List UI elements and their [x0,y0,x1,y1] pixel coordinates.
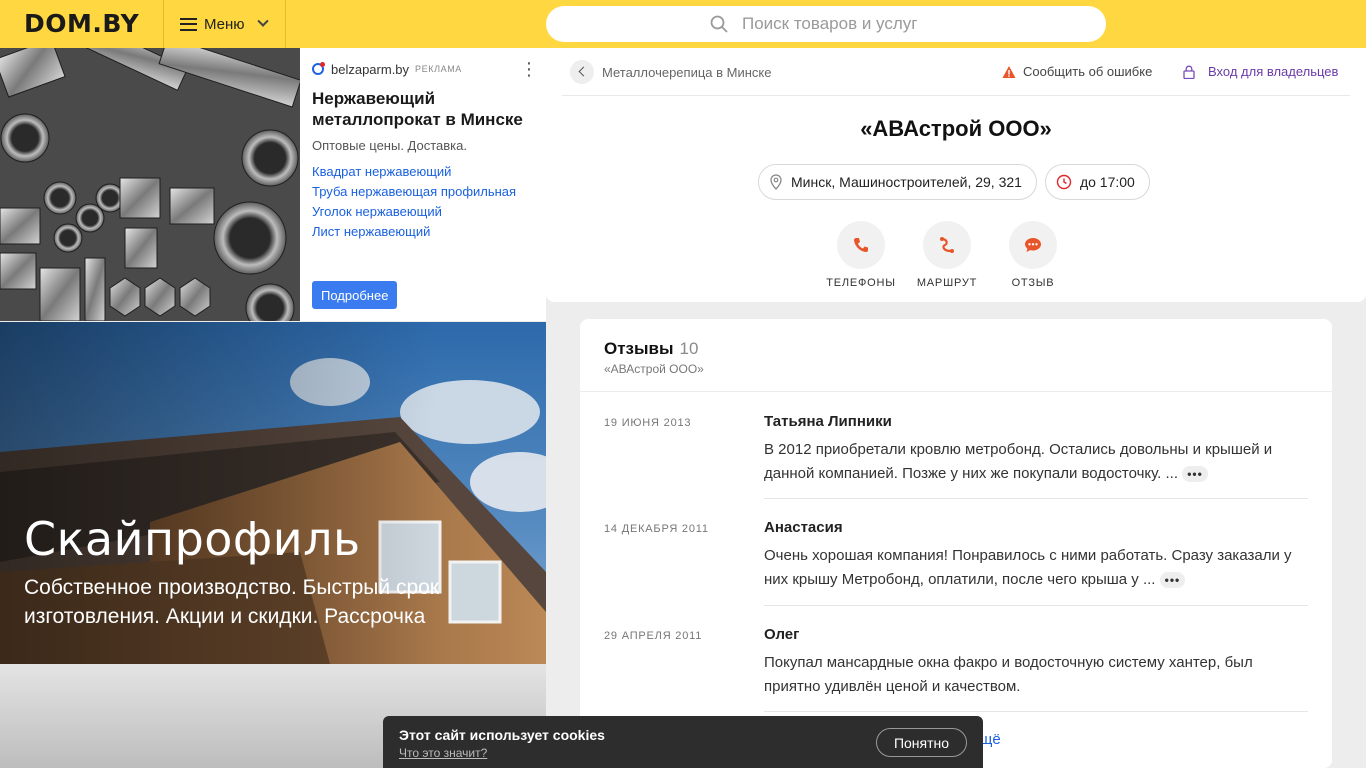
ad-link[interactable]: Труба нержавеющая профильная [312,182,540,202]
route-icon [940,237,954,253]
review-author: Олег [764,626,800,643]
chevron-down-icon [256,15,269,27]
review-date: 29 АПРЕЛЯ 2011 [604,630,703,642]
report-error-label: Сообщить об ошибке [1023,64,1153,79]
address-chip[interactable]: Минск, Машиностроителей, 29, 321 [758,164,1037,200]
hamburger-icon [180,17,197,31]
reviews-title-text: Отзывы [604,339,674,358]
review-text: В 2012 приобретали кровлю метробонд. Ост… [764,438,1304,486]
breadcrumb-link[interactable]: Металлочерепица в Минске [602,65,771,80]
phone-icon [854,238,868,252]
ad-block: belzaparm.by РЕКЛАМА ⋮ Нержавеющий метал… [0,48,546,321]
lock-icon [1183,65,1195,79]
review-text-content: Очень хорошая компания! Понравилось с ни… [764,547,1292,588]
cookie-info-link[interactable]: Что это значит? [399,746,487,760]
ad-link[interactable]: Уголок нержавеющий [312,202,540,222]
more-reviews-link[interactable]: щё [980,731,1001,748]
reviews-header: Отзывы 10 «АВАстрой ООО» [604,339,704,376]
promo-subtitle: Собственное производство. Быстрый срок и… [24,576,439,628]
ad-source-domain: belzaparm.by [331,61,410,77]
hours-text: до 17:00 [1079,174,1135,190]
clock-icon [1056,174,1072,190]
ad-source-icon [312,62,325,75]
owner-login-label: Вход для владельцев [1208,64,1339,79]
search-input[interactable] [742,14,942,34]
reviews-title: Отзывы 10 [604,339,704,359]
ad-source[interactable]: belzaparm.by РЕКЛАМА [312,58,540,80]
ad-link[interactable]: Лист нержавеющий [312,222,540,242]
owner-login-link[interactable]: Вход для владельцев [1182,64,1338,79]
review-date: 19 ИЮНЯ 2013 [604,417,692,429]
cookie-title: Этот сайт использует cookies [399,727,605,743]
promo-title[interactable]: Скайпрофиль [24,512,361,566]
ad-title[interactable]: Нержавеющий металлопрокат в Минске [312,88,540,130]
reviews-panel: Отзывы 10 «АВАстрой ООО» 19 ИЮНЯ 2013 Тат… [580,319,1332,768]
ad-more-button[interactable]: Подробнее [312,281,398,309]
phones-label: ТЕЛЕФОНЫ [826,277,896,289]
cookie-accept-button[interactable]: Понятно [876,728,967,757]
divider [580,391,1332,392]
ad-content: belzaparm.by РЕКЛАМА ⋮ Нержавеющий метал… [312,58,540,242]
report-error-link[interactable]: Сообщить об ошибке [1002,64,1152,79]
company-card: Металлочерепица в Минске Сообщить об оши… [546,48,1366,302]
divider [764,711,1308,712]
ad-links: Квадрат нержавеющий Труба нержавеющая пр… [312,162,540,242]
review-author: Анастасия [764,519,843,536]
review-label: ОТЗЫВ [1011,277,1055,289]
divider [764,605,1308,606]
route-label: МАРШРУТ [916,277,978,289]
site-logo[interactable]: DOM.BY [24,9,139,38]
review-button[interactable]: ОТЗЫВ [990,221,1076,289]
warning-icon [1002,65,1016,78]
company-name: «АВАстрой ООО» [860,116,1052,141]
expand-review-button[interactable]: ••• [1182,466,1208,483]
company-info-chips: Минск, Машиностроителей, 29, 321 до 17:0… [758,164,1158,200]
menu-label: Меню [204,15,245,33]
search-box[interactable] [546,6,1106,42]
kebab-menu-icon[interactable]: ⋮ [520,60,538,78]
company-actions: ТЕЛЕФОНЫ МАРШРУТ ОТЗЫВ [818,221,1076,289]
expand-review-button[interactable]: ••• [1159,572,1186,589]
phone-icon-wrap [837,221,885,269]
hours-chip[interactable]: до 17:00 [1044,164,1150,200]
review-text: Покупал мансардные окна факро и водосточ… [764,654,1253,695]
divider [764,498,1308,499]
cookie-banner: Этот сайт использует cookies Что это зна… [383,716,983,768]
search-icon [710,15,728,33]
ad-link[interactable]: Квадрат нержавеющий [312,162,540,182]
review-date: 14 ДЕКАБРЯ 2011 [604,523,709,535]
comment-icon [1025,238,1041,252]
back-arrow-icon[interactable] [570,60,594,84]
review-text: Очень хорошая компания! Понравилось с ни… [764,544,1304,592]
reviews-count: 10 [679,339,699,358]
map-pin-icon [770,174,782,190]
route-button[interactable]: МАРШРУТ [904,221,990,289]
review-author: Татьяна Липники [764,413,892,430]
menu-button[interactable]: Меню [163,0,286,48]
breadcrumb: Металлочерепица в Минске Сообщить об оши… [562,48,1350,96]
ad-image-metal-pipes[interactable] [0,48,300,321]
address-text: Минск, Машиностроителей, 29, 321 [791,174,1022,190]
phones-button[interactable]: ТЕЛЕФОНЫ [818,221,904,289]
ad-tag: РЕКЛАМА [415,64,462,74]
top-bar: DOM.BY Меню [0,0,1366,48]
route-icon-wrap [923,221,971,269]
reviews-subtitle: «АВАстрой ООО» [604,362,704,376]
ad-description: Оптовые цены. Доставка. [312,138,467,153]
comment-icon-wrap [1009,221,1057,269]
